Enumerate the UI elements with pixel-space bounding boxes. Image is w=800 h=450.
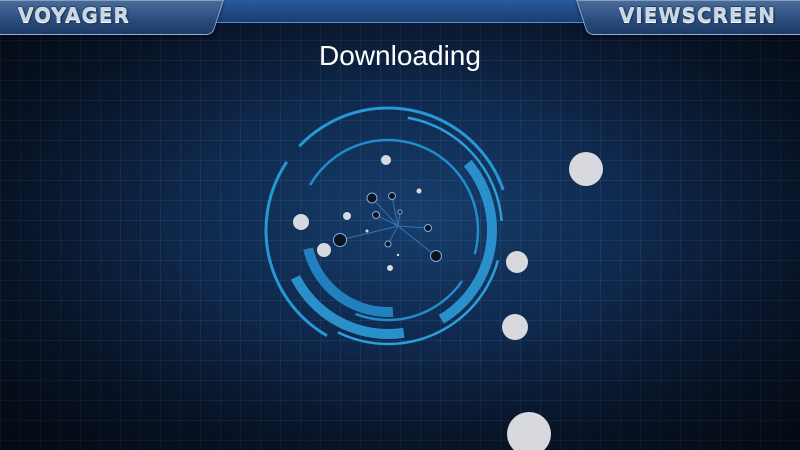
thick-ring-arc: [279, 121, 497, 339]
download-progress-rings-icon: [264, 106, 603, 450]
bubble: [507, 412, 551, 450]
bubble: [569, 152, 603, 186]
outer-ring-arc: [264, 106, 512, 354]
bubble: [317, 243, 331, 257]
progress-rings: [264, 106, 512, 354]
inner-thick-arc: [301, 143, 475, 317]
small-dots: [343, 155, 422, 271]
bubble: [502, 314, 528, 340]
bubble: [506, 251, 528, 273]
bubble: [293, 214, 309, 230]
outer-ring-arc-2: [272, 114, 504, 346]
network-nodes: [333, 192, 442, 262]
